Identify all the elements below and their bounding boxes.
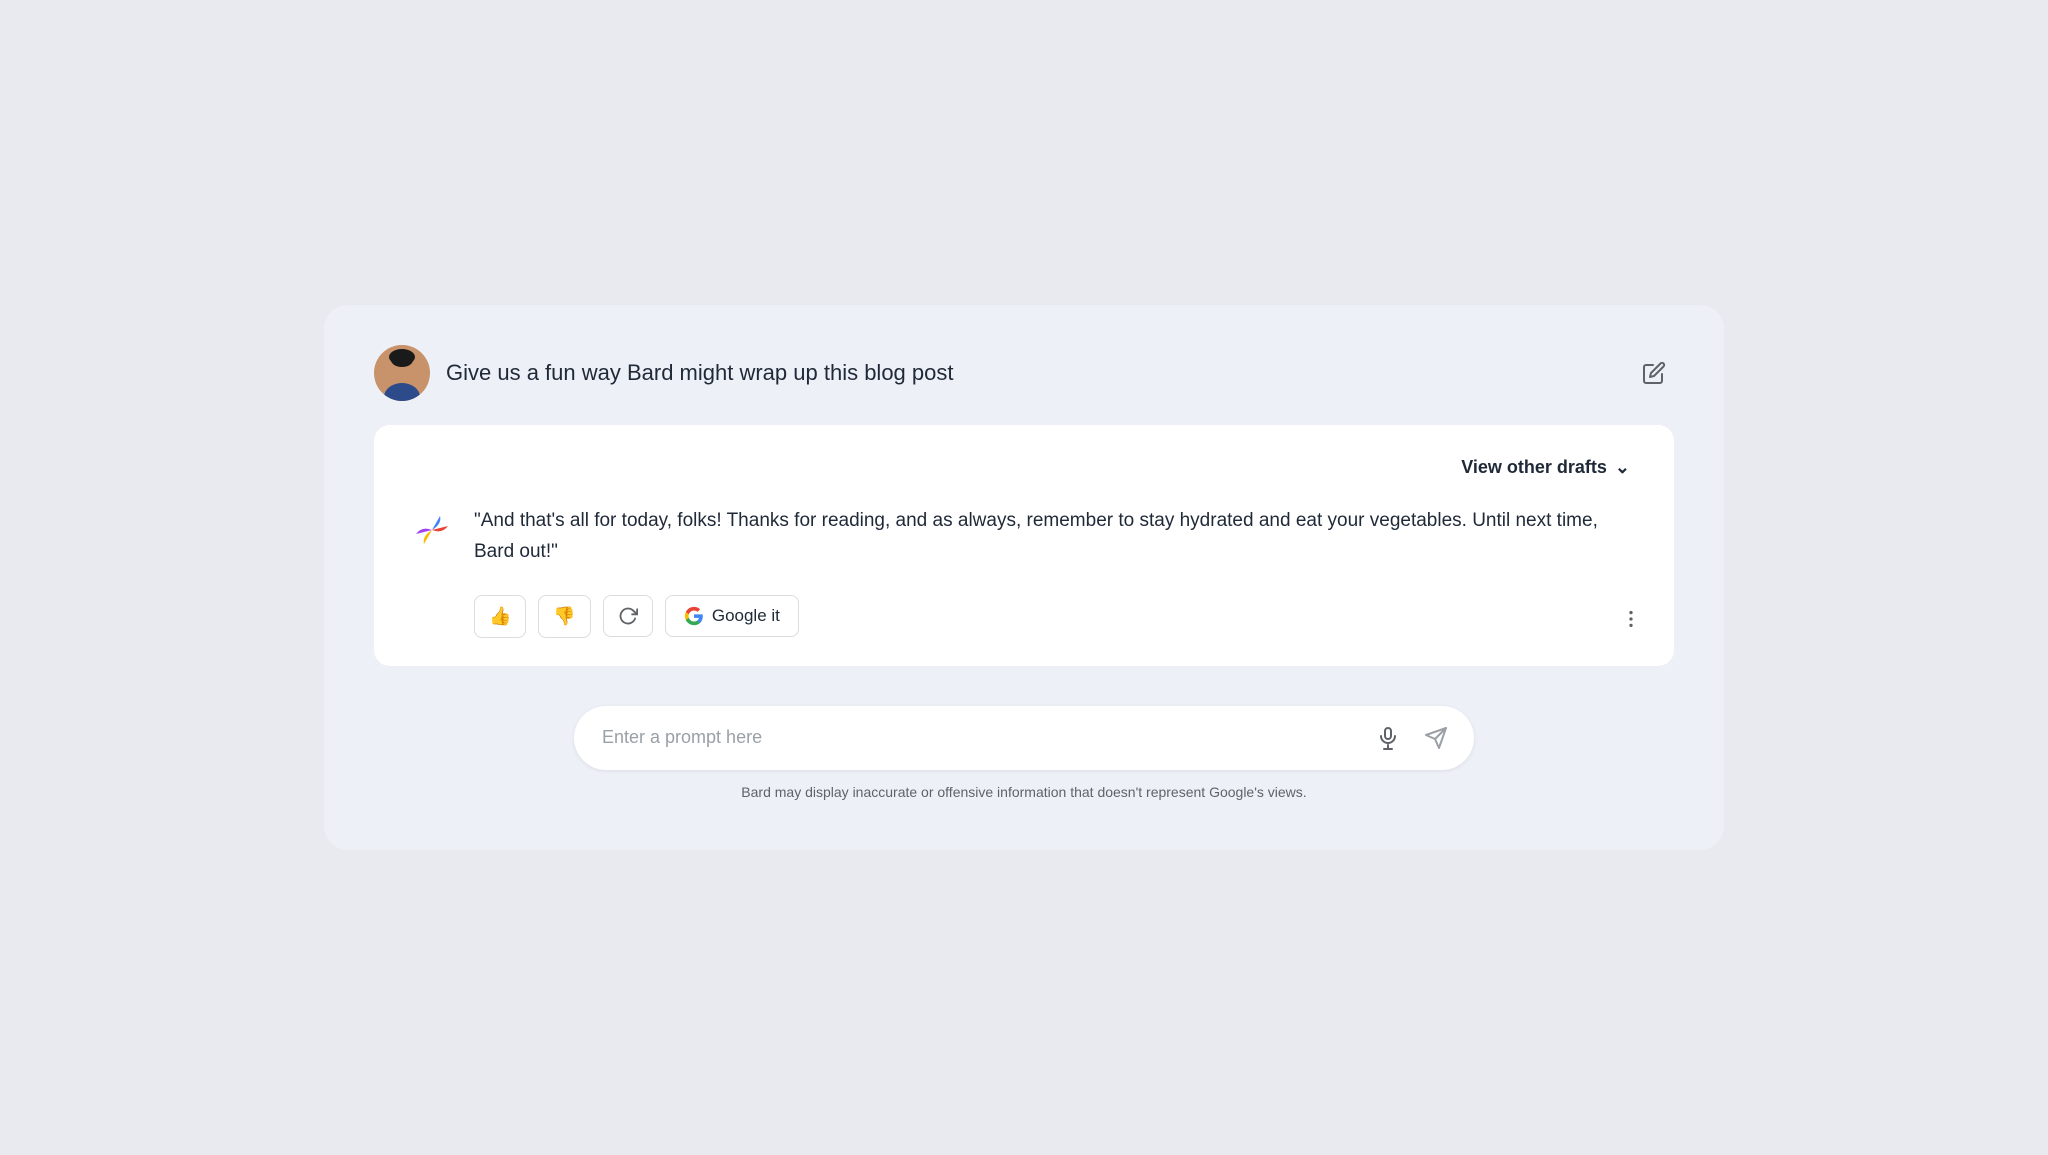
disclaimer-text: Bard may display inaccurate or offensive…	[741, 784, 1306, 800]
bard-response-row: "And that's all for today, folks! Thanks…	[410, 506, 1638, 567]
response-card: View other drafts ⌄	[374, 425, 1674, 666]
edit-button[interactable]	[1634, 353, 1674, 393]
refresh-icon	[618, 606, 638, 626]
action-buttons-row: 👍 👎 Google it	[410, 595, 1638, 638]
view-other-drafts-button[interactable]: View other drafts ⌄	[1453, 453, 1638, 482]
bard-logo	[410, 508, 454, 552]
input-area: Bard may display inaccurate or offensive…	[374, 706, 1674, 800]
user-prompt-text: Give us a fun way Bard might wrap up thi…	[446, 358, 953, 389]
refresh-button[interactable]	[603, 595, 653, 637]
avatar	[374, 345, 430, 401]
microphone-icon	[1376, 726, 1400, 750]
microphone-button[interactable]	[1370, 720, 1406, 756]
page-container: Give us a fun way Bard might wrap up thi…	[324, 305, 1724, 850]
view-other-drafts-row: View other drafts ⌄	[410, 453, 1638, 482]
google-g-icon	[684, 606, 704, 626]
google-it-button[interactable]: Google it	[665, 595, 799, 637]
more-options-icon	[1620, 608, 1642, 630]
more-options-button[interactable]	[1612, 600, 1650, 638]
send-button[interactable]	[1418, 720, 1454, 756]
chevron-down-icon: ⌄	[1615, 457, 1630, 478]
send-icon	[1424, 726, 1448, 750]
pencil-icon	[1642, 361, 1666, 385]
input-row	[574, 706, 1474, 770]
view-other-drafts-label: View other drafts	[1461, 457, 1607, 478]
thumbs-up-button[interactable]: 👍	[474, 595, 526, 638]
google-it-label: Google it	[712, 606, 780, 626]
thumbs-up-icon: 👍	[489, 606, 511, 627]
response-text: "And that's all for today, folks! Thanks…	[474, 506, 1638, 567]
prompt-input[interactable]	[602, 727, 1370, 748]
user-prompt-left: Give us a fun way Bard might wrap up thi…	[374, 345, 953, 401]
thumbs-down-button[interactable]: 👎	[538, 595, 590, 638]
thumbs-down-icon: 👎	[553, 606, 575, 627]
user-prompt-row: Give us a fun way Bard might wrap up thi…	[374, 345, 1674, 401]
input-icons	[1370, 720, 1454, 756]
